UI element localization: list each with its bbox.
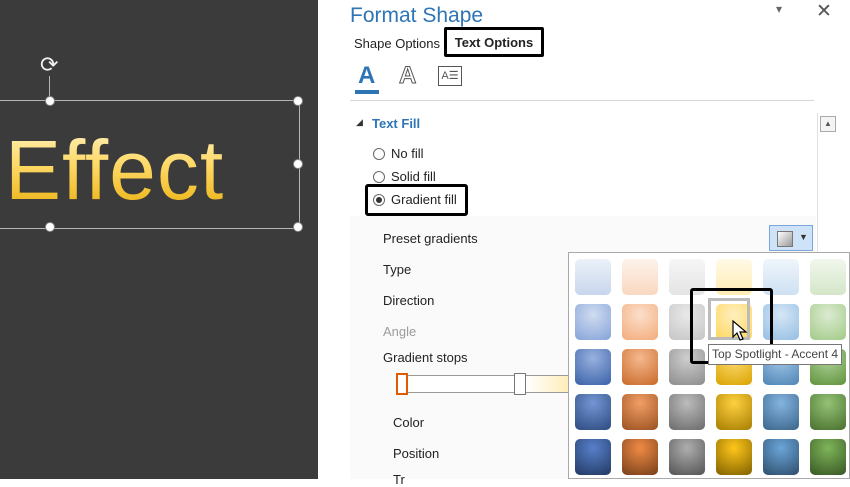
gradient-preset-swatch[interactable] bbox=[810, 394, 846, 430]
resize-handle[interactable] bbox=[293, 222, 303, 232]
gradient-preset-swatch[interactable] bbox=[622, 349, 658, 385]
tab-shape-options[interactable]: Shape Options bbox=[354, 36, 440, 51]
gradient-stop-2[interactable] bbox=[514, 373, 526, 395]
radio-label-no-fill[interactable]: No fill bbox=[391, 146, 424, 161]
radio-label-solid-fill[interactable]: Solid fill bbox=[391, 169, 436, 184]
label-color: Color bbox=[393, 415, 425, 430]
gradient-preset-swatch[interactable] bbox=[763, 439, 799, 475]
gradient-preset-swatch[interactable] bbox=[575, 259, 611, 295]
section-text-fill[interactable]: Text Fill bbox=[372, 116, 420, 131]
gradient-swatch-icon bbox=[777, 231, 793, 247]
radio-solid-fill[interactable] bbox=[373, 171, 385, 183]
preset-gradients-dropdown[interactable]: ▼ bbox=[769, 225, 813, 251]
text-box-icon[interactable]: A☰ bbox=[438, 66, 462, 86]
label-direction: Direction bbox=[383, 293, 435, 308]
highlight-frame bbox=[365, 184, 468, 216]
gradient-preset-swatch[interactable] bbox=[622, 304, 658, 340]
gradient-preset-swatch[interactable] bbox=[669, 394, 705, 430]
rotate-handle-icon[interactable]: ⟳ bbox=[40, 54, 58, 76]
label-position: Position bbox=[393, 446, 440, 461]
resize-handle[interactable] bbox=[45, 222, 55, 232]
slide-canvas: ⟳ Effect bbox=[0, 0, 318, 479]
gradient-preset-swatch[interactable] bbox=[575, 349, 611, 385]
gradient-preset-swatch[interactable] bbox=[810, 259, 846, 295]
close-icon[interactable]: ✕ bbox=[816, 0, 832, 23]
gradient-preset-swatch[interactable] bbox=[575, 394, 611, 430]
label-type: Type bbox=[383, 262, 412, 277]
label-angle: Angle bbox=[383, 324, 417, 339]
gradient-preset-swatch[interactable] bbox=[622, 394, 658, 430]
gradient-preset-swatch[interactable] bbox=[622, 259, 658, 295]
gradient-stops-bar[interactable] bbox=[398, 375, 580, 393]
preset-gradients-gallery bbox=[568, 252, 850, 479]
resize-handle[interactable] bbox=[45, 96, 55, 106]
gradient-preset-swatch[interactable] bbox=[669, 439, 705, 475]
label-gradient-stops: Gradient stops bbox=[383, 350, 468, 365]
gradient-preset-swatch[interactable] bbox=[575, 304, 611, 340]
tooltip: Top Spotlight - Accent 4 bbox=[708, 344, 843, 365]
divider bbox=[350, 100, 814, 101]
gradient-preset-swatch[interactable] bbox=[810, 304, 846, 340]
resize-handle[interactable] bbox=[293, 159, 303, 169]
radio-no-fill[interactable] bbox=[373, 148, 385, 160]
tab-text-options[interactable]: Text Options bbox=[444, 27, 544, 57]
text-effects-icon[interactable]: A bbox=[398, 62, 416, 89]
gradient-preset-swatch[interactable] bbox=[716, 439, 752, 475]
pane-title: Format Shape bbox=[350, 4, 484, 27]
gradient-preset-swatch[interactable] bbox=[810, 439, 846, 475]
gradient-text[interactable]: Effect bbox=[5, 120, 224, 220]
label-transparency: Tr bbox=[393, 472, 405, 487]
gradient-preset-swatch[interactable] bbox=[763, 394, 799, 430]
pane-options-icon[interactable]: ▾ bbox=[776, 2, 782, 16]
gradient-preset-swatch[interactable] bbox=[575, 439, 611, 475]
gradient-preset-swatch[interactable] bbox=[622, 439, 658, 475]
resize-handle[interactable] bbox=[293, 96, 303, 106]
mouse-cursor-icon bbox=[732, 320, 748, 341]
chevron-down-icon: ▼ bbox=[799, 232, 808, 242]
text-fill-outline-icon[interactable]: A bbox=[358, 63, 375, 89]
collapse-arrow-icon[interactable]: ◢ bbox=[356, 117, 363, 128]
selected-subtab-indicator bbox=[355, 90, 379, 94]
label-preset-gradients: Preset gradients bbox=[383, 231, 478, 246]
gradient-preset-swatch[interactable] bbox=[716, 394, 752, 430]
scroll-up-icon[interactable]: ▲ bbox=[820, 116, 836, 132]
gradient-stop-1[interactable] bbox=[396, 373, 408, 395]
